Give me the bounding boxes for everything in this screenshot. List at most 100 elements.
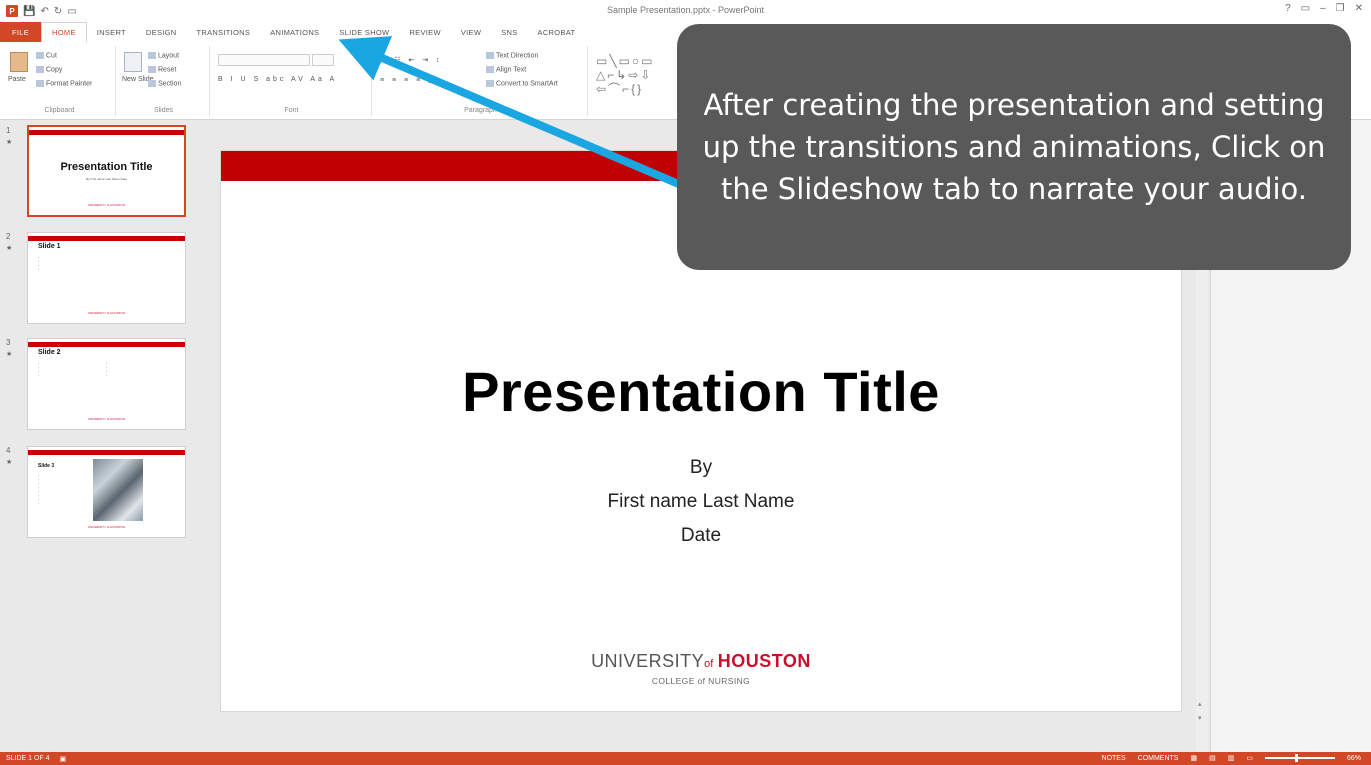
scroll-up-icon[interactable]: ▴ xyxy=(1198,700,1202,708)
tab-insert[interactable]: INSERT xyxy=(87,22,136,42)
shapes-gallery[interactable]: ▭╲▭○▭ △⌐↳⇨⇩ ⇦⌒⌐{} xyxy=(596,54,655,96)
star-icon: ★ xyxy=(6,245,13,252)
undo-icon[interactable]: ↶ xyxy=(40,6,48,17)
instruction-callout: After creating the presentation and sett… xyxy=(677,24,1351,270)
clipboard-label: Clipboard xyxy=(44,107,75,114)
close-icon[interactable]: ✕ xyxy=(1355,3,1363,14)
minimize-icon[interactable]: – xyxy=(1320,3,1326,14)
paragraph-group: ☰ ☷ ⇤ ⇥ ↕ ≡ ≡ ≡ ≡ ▥ Text Direction Align… xyxy=(374,46,588,116)
logo-houston: HOUSTON xyxy=(717,651,811,671)
align-text-icon xyxy=(486,66,494,73)
slides-label: Slides xyxy=(153,107,174,114)
spellcheck-icon[interactable]: ▣ xyxy=(60,755,67,763)
tab-file[interactable]: FILE xyxy=(0,22,42,42)
save-icon[interactable]: 💾 xyxy=(23,6,35,17)
align-text-button[interactable]: Align Text xyxy=(486,66,526,73)
tab-slide-show[interactable]: SLIDE SHOW xyxy=(329,22,399,42)
reset-button[interactable]: Reset xyxy=(148,66,176,73)
clipboard-group: Paste Cut Copy Format Painter Clipboard xyxy=(4,46,116,116)
thumb-logo: UNIVERSITY of HOUSTON xyxy=(87,417,126,421)
thumb-bullets: • • • • xyxy=(38,361,40,377)
thumb-logo: UNIVERSITY of HOUSTON xyxy=(87,525,126,529)
text-direction-button[interactable]: Text Direction xyxy=(486,52,538,59)
thumb-redbar xyxy=(28,236,185,241)
smartart-button[interactable]: Convert to SmartArt xyxy=(486,80,558,87)
paste-icon[interactable] xyxy=(10,52,28,72)
window-controls: ? ▭ – ❐ ✕ xyxy=(1285,3,1363,14)
callout-text: After creating the presentation and sett… xyxy=(702,88,1326,206)
help-icon[interactable]: ? xyxy=(1285,3,1291,14)
scissors-icon xyxy=(36,52,44,59)
comments-button[interactable]: COMMENTS xyxy=(1138,755,1179,762)
window-title: Sample Presentation.pptx - PowerPoint xyxy=(606,5,765,15)
font-size-box[interactable] xyxy=(312,54,334,66)
thumb-bullets: • • • • • • • • xyxy=(38,473,40,505)
tab-review[interactable]: REVIEW xyxy=(399,22,450,42)
subtitle-date: Date xyxy=(680,525,722,546)
copy-icon xyxy=(36,66,44,73)
tab-design[interactable]: DESIGN xyxy=(136,22,187,42)
slide-thumbnails-pane: 1 ★ Presentation Title By First name Las… xyxy=(0,120,200,752)
thumb-number: 2 xyxy=(6,232,11,241)
copy-button[interactable]: Copy xyxy=(36,66,62,73)
font-group: B I U S abc AV Aa A Font xyxy=(212,46,372,116)
section-button[interactable]: Section xyxy=(148,80,181,87)
layout-button[interactable]: Layout xyxy=(148,52,179,59)
slide-thumbnail[interactable]: Slide 1 • • • • UNIVERSITY of HOUSTON xyxy=(27,232,186,324)
brush-icon xyxy=(36,80,44,87)
zoom-level[interactable]: 66% xyxy=(1347,755,1361,762)
slide-thumbnail[interactable]: Slide 2 • • • • • • • • UNIVERSITY of HOUSTON xyxy=(27,338,186,430)
ribbon-display-icon[interactable]: ▭ xyxy=(1301,3,1310,14)
format-painter-button[interactable]: Format Painter xyxy=(36,80,92,87)
reading-view-icon[interactable]: ▥ xyxy=(1228,754,1235,762)
paste-button[interactable]: Paste xyxy=(8,76,26,83)
thumb-number: 4 xyxy=(6,446,11,455)
powerpoint-logo-icon: P xyxy=(6,5,18,17)
font-label: Font xyxy=(284,107,299,114)
tab-view[interactable]: VIEW xyxy=(451,22,491,42)
notes-button[interactable]: NOTES xyxy=(1102,755,1126,762)
slide-thumbnail[interactable]: Slide 3 • • • • • • • • UNIVERSITY of HOUSTON xyxy=(27,446,186,538)
redo-icon[interactable]: ↻ xyxy=(54,6,62,17)
restore-icon[interactable]: ❐ xyxy=(1336,3,1345,14)
star-icon: ★ xyxy=(6,351,13,358)
subtitle-name: First name Last Name xyxy=(607,491,795,512)
scroll-down-icon[interactable]: ▾ xyxy=(1198,714,1202,722)
tab-animations[interactable]: ANIMATIONS xyxy=(260,22,329,42)
normal-view-icon[interactable]: ▦ xyxy=(1190,754,1197,762)
zoom-slider[interactable] xyxy=(1264,754,1335,762)
star-icon: ★ xyxy=(6,139,13,146)
thumb-bullets: • • • • xyxy=(38,255,40,271)
logo-college: COLLEGE of NURSING xyxy=(651,676,751,686)
tab-home[interactable]: HOME xyxy=(41,22,87,42)
tab-transitions[interactable]: TRANSITIONS xyxy=(186,22,260,42)
thumb-redbar xyxy=(29,130,184,135)
font-name-box[interactable] xyxy=(218,54,310,66)
thumb-number: 1 xyxy=(6,126,11,135)
section-icon xyxy=(148,80,156,87)
start-slideshow-icon[interactable]: ▭ xyxy=(67,6,76,17)
tab-acrobat[interactable]: ACROBAT xyxy=(528,22,586,42)
new-slide-icon[interactable] xyxy=(124,52,142,72)
thumb-heading: Slide 3 xyxy=(38,463,55,469)
slide-count: SLIDE 1 OF 4 xyxy=(6,754,50,762)
slideshow-view-icon[interactable]: ▭ xyxy=(1246,754,1253,762)
list-buttons[interactable]: ☰ ☷ ⇤ ⇥ ↕ xyxy=(380,56,443,64)
thumb-bullets: • • • • xyxy=(106,361,108,377)
sorter-view-icon[interactable]: ▤ xyxy=(1209,754,1216,762)
slide-title[interactable]: Presentation Title xyxy=(221,359,1181,424)
slide-subtitle[interactable]: By First name Last Name Date xyxy=(221,451,1181,553)
slide-thumbnail[interactable]: Presentation Title By First name Last Na… xyxy=(27,125,186,217)
reset-icon xyxy=(148,66,156,73)
thumb-title: Presentation Title xyxy=(60,161,153,173)
align-buttons[interactable]: ≡ ≡ ≡ ≡ ▥ xyxy=(380,76,438,84)
thumb-subtitle: By First name Last Name Date xyxy=(85,177,127,181)
tab-sns[interactable]: SNS xyxy=(491,22,527,42)
thumb-photo xyxy=(93,459,143,521)
cut-button[interactable]: Cut xyxy=(36,52,57,59)
logo-university: UNIVERSITY xyxy=(591,651,705,671)
font-format-buttons[interactable]: B I U S abc AV Aa A xyxy=(218,76,337,83)
thumb-number: 3 xyxy=(6,338,11,347)
smartart-icon xyxy=(486,80,494,87)
text-direction-icon xyxy=(486,52,494,59)
